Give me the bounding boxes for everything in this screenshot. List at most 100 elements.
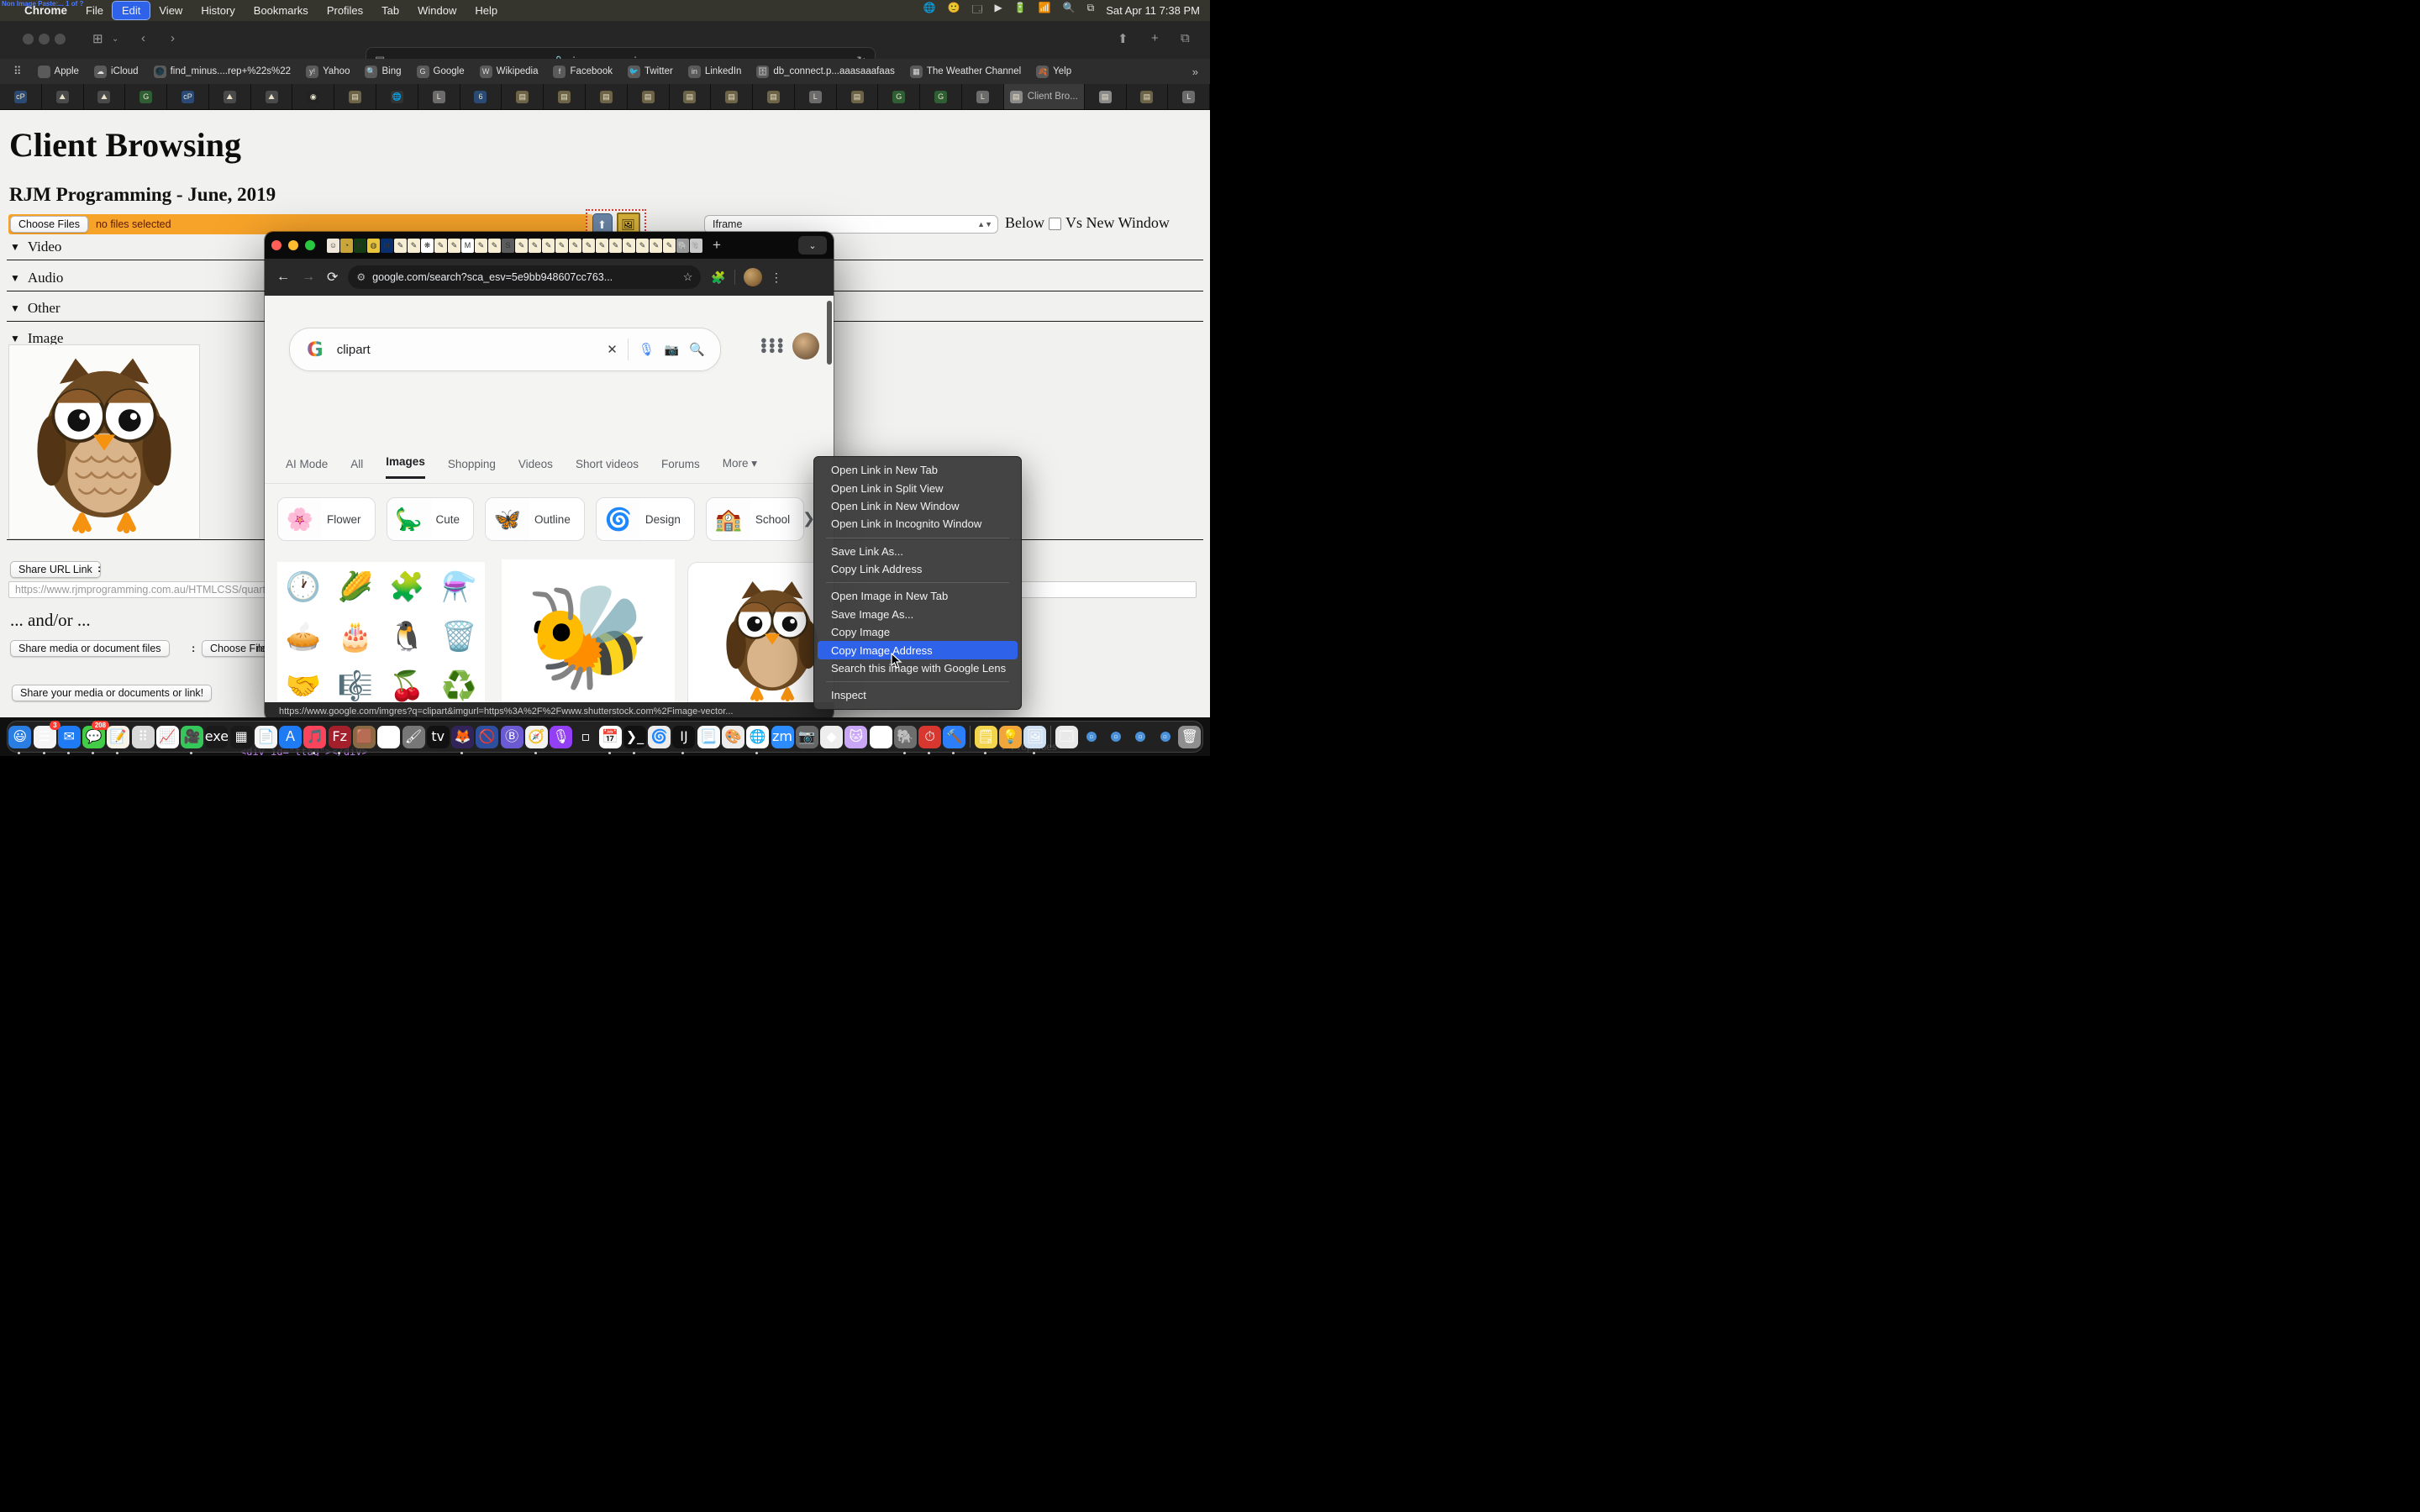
chrome-tab[interactable]: S (502, 239, 514, 253)
safari-tab[interactable]: L (418, 84, 460, 109)
forward-icon[interactable]: › (171, 31, 175, 45)
status-icon[interactable]: ⧉ (1087, 2, 1095, 19)
forward-icon[interactable]: → (302, 270, 315, 285)
site-settings-icon[interactable]: ⚙ (356, 271, 366, 283)
chrome-tab[interactable]: br (381, 239, 393, 253)
result-image-bee[interactable]: 🐝 (502, 559, 675, 702)
chrome-tab[interactable]: ✎ (434, 239, 447, 253)
related-chip[interactable]: 🦕 Cute (387, 497, 475, 541)
chrome-tab[interactable]: ✎ (596, 239, 608, 253)
back-icon[interactable]: ← (276, 270, 290, 285)
bookmarks-overflow-icon[interactable]: » (1192, 66, 1210, 78)
context-menu-item[interactable]: Inspect (818, 686, 1018, 704)
dock-icon[interactable] (967, 725, 974, 749)
tab-search-chevron-button[interactable]: ⌄ (798, 236, 827, 255)
chrome-tab[interactable]: K (354, 239, 366, 253)
chrome-tab[interactable]: ✎ (623, 239, 635, 253)
dock-icon[interactable]: 📄 (254, 725, 278, 749)
dock-icon[interactable]: 💬 208 (82, 725, 106, 749)
context-menu-item[interactable]: Open Link in Incognito Window (818, 515, 1018, 533)
menu-item[interactable]: Profiles (318, 2, 372, 19)
search-icon[interactable]: 🔍 (689, 342, 705, 357)
safari-tab[interactable]: cP (0, 84, 42, 109)
dock-icon[interactable]: Ⓑ (500, 725, 524, 749)
dock-icon[interactable]: ❯_ (623, 725, 647, 749)
dock-icon[interactable]: 🔨 (942, 725, 966, 749)
safari-tab[interactable]: ⛰ (251, 84, 293, 109)
bookmark-item[interactable]: f Facebook (553, 66, 613, 78)
result-image-clipart-collage[interactable]: 🕐🌽🧩⚗️🥧🎂🐧🗑️🤝🎼🍒♻️ (277, 562, 485, 702)
menu-item[interactable]: View (150, 2, 192, 19)
reload-icon[interactable]: ⟳ (327, 269, 338, 286)
chrome-tab[interactable]: ✎ (475, 239, 487, 253)
result-tab[interactable]: More ▾ (723, 457, 757, 479)
safari-tab[interactable]: ▤ (670, 84, 712, 109)
chrome-tab[interactable]: ✎ (394, 239, 407, 253)
bookmark-item[interactable]: 🌑 find_minus....rep+%22s%22 (154, 66, 292, 78)
chrome-tab[interactable]: ✎ (569, 239, 581, 253)
share-media-button[interactable]: Share media or document files (10, 640, 170, 657)
menu-item[interactable]: Window (408, 2, 466, 19)
section-other[interactable]: ▼ Other (10, 300, 60, 317)
context-menu-item[interactable]: Open Image in New Tab (818, 587, 1018, 605)
dock-icon[interactable]: ☰ 3 (33, 725, 57, 749)
dock-icon[interactable]: 🌐 (745, 725, 770, 749)
chrome-tab[interactable]: ✎ (609, 239, 622, 253)
chrome-tab[interactable]: ✎ (542, 239, 555, 253)
dock-icon[interactable]: 🟫 (352, 725, 376, 749)
dock-icon[interactable]: 🗞 (376, 725, 401, 749)
safari-tab[interactable]: G (125, 84, 167, 109)
safari-tab[interactable]: G (878, 84, 920, 109)
result-tab[interactable]: Videos (518, 458, 553, 479)
section-video[interactable]: ▼ Video (10, 239, 61, 255)
related-chip[interactable]: 🌸 Flower (277, 497, 376, 541)
status-icon[interactable]: 🔍 (1063, 2, 1076, 19)
close-button[interactable] (271, 240, 281, 250)
result-tab[interactable]: All (350, 458, 363, 479)
menu-clock[interactable]: Sat Apr 11 7:38 PM (1106, 4, 1200, 17)
dock-icon[interactable]: exe (204, 725, 229, 749)
bookmark-item[interactable]: W Wikipedia (480, 66, 539, 78)
window-close-button[interactable] (23, 34, 34, 45)
dock-icon[interactable]: 🦊 (450, 725, 475, 749)
safari-tab[interactable]: ▤ (586, 84, 628, 109)
dock-icon[interactable]: 📅 (598, 725, 623, 749)
dock-icon[interactable]: 🎵 (302, 725, 327, 749)
google-profile-avatar[interactable] (792, 333, 819, 360)
chrome-tab[interactable]: ✎ (488, 239, 501, 253)
status-icon[interactable]: 📶 (1039, 2, 1051, 19)
safari-tab[interactable]: ▤ (1085, 84, 1127, 109)
dock-icon[interactable]: ▫ (1128, 725, 1153, 749)
bookmark-item[interactable]: Apple (38, 66, 79, 78)
safari-tab[interactable]: cP (167, 84, 209, 109)
dock-icon[interactable]: Ｏ (869, 725, 893, 749)
related-chip[interactable]: 🏫 School (706, 497, 804, 541)
dock-icon[interactable]: ⏱ (918, 725, 942, 749)
chrome-tab[interactable]: ◔ (340, 239, 353, 253)
dock-icon[interactable]: ▫ (1079, 725, 1103, 749)
sidebar-icon[interactable]: ⊞ (92, 31, 103, 46)
context-menu-item[interactable]: Search this image with Google Lens (818, 659, 1018, 677)
result-tab[interactable]: Shopping (448, 458, 496, 479)
related-chip[interactable]: 🦋 Outline (485, 497, 585, 541)
dock-icon[interactable]: 🧭 (524, 725, 549, 749)
bookmark-star-icon[interactable]: ☆ (683, 270, 693, 284)
dock-icon[interactable]: 📷 (795, 725, 819, 749)
chrome-tab[interactable]: ✎ (663, 239, 676, 253)
dock-icon[interactable]: ▦ (229, 725, 254, 749)
dock-icon[interactable]: 😃 (8, 725, 32, 749)
back-icon[interactable]: ‹ (141, 31, 145, 45)
new-tab-icon[interactable]: + (1151, 31, 1159, 45)
safari-tab[interactable]: ▤ (544, 84, 586, 109)
bookmark-item[interactable]: 🗄 db_connect.p...aaasaaafaas (756, 66, 895, 78)
owl-image[interactable] (8, 344, 200, 539)
chrome-tab[interactable]: ✎ (650, 239, 662, 253)
zoom-button[interactable] (305, 240, 315, 250)
dock-icon[interactable]: 🎥 (180, 725, 204, 749)
dock-icon[interactable]: 🚫 (475, 725, 499, 749)
safari-tab[interactable]: L (1168, 84, 1210, 109)
dock-icon[interactable]: 💡 (998, 725, 1023, 749)
status-icon[interactable]: 🔋 (1014, 2, 1027, 19)
result-tab[interactable]: Short videos (576, 458, 639, 479)
bookmark-item[interactable]: ☁ iCloud (94, 66, 139, 78)
